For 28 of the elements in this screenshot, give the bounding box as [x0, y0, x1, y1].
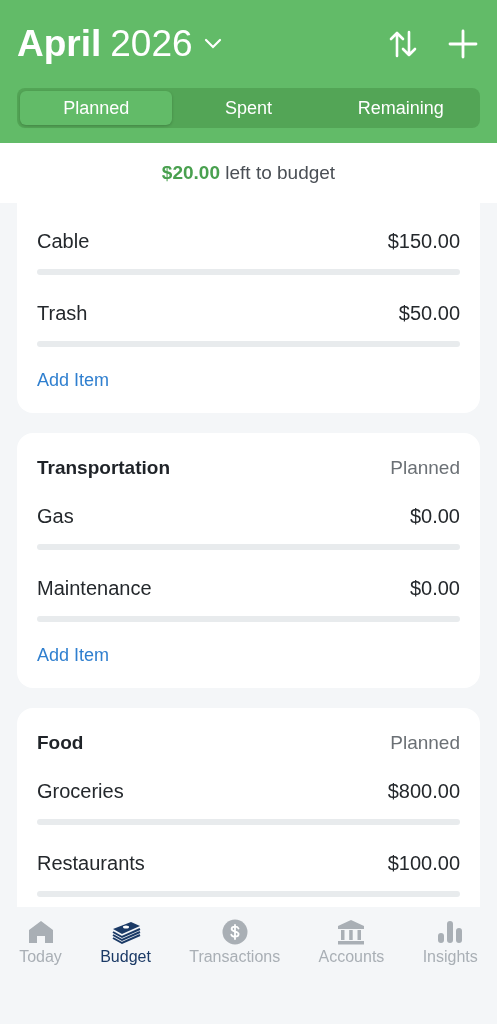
- item-name[interactable]: Groceries: [37, 779, 124, 803]
- chevron-down-icon: [203, 38, 222, 50]
- item-name[interactable]: Trash: [37, 301, 88, 325]
- item-amount[interactable]: $100.00: [387, 851, 460, 875]
- item-name[interactable]: Gas: [37, 504, 74, 528]
- item-amount[interactable]: $0.00: [409, 576, 460, 600]
- stacked-bills-icon: [110, 919, 141, 945]
- dollar-icon: [221, 919, 248, 945]
- item-amount[interactable]: $800.00: [387, 779, 460, 803]
- add-item-link[interactable]: Add Item: [37, 641, 110, 669]
- item-amount[interactable]: $50.00: [398, 301, 460, 325]
- item-name[interactable]: Maintenance: [37, 576, 152, 600]
- add-icon[interactable]: [448, 29, 478, 59]
- item-name[interactable]: Cable: [37, 229, 90, 253]
- item-amount[interactable]: $0.00: [409, 504, 460, 528]
- add-item-link[interactable]: Add Item: [37, 366, 110, 394]
- item-amount[interactable]: $150.00: [387, 229, 460, 253]
- item-name[interactable]: Restaurants: [37, 851, 145, 875]
- group-title: Food: [37, 732, 84, 754]
- bar-chart-icon: [437, 919, 464, 945]
- group-title: Transportation: [37, 457, 170, 479]
- sort-icon[interactable]: [388, 29, 418, 59]
- column-label: Planned: [390, 457, 460, 479]
- column-label: Planned: [390, 732, 460, 754]
- left-to-budget-text: $20.00 left to budget: [161, 162, 336, 184]
- nav-item[interactable]: Budget: [100, 919, 151, 971]
- bank-icon: [337, 919, 366, 945]
- home-icon: [27, 919, 54, 945]
